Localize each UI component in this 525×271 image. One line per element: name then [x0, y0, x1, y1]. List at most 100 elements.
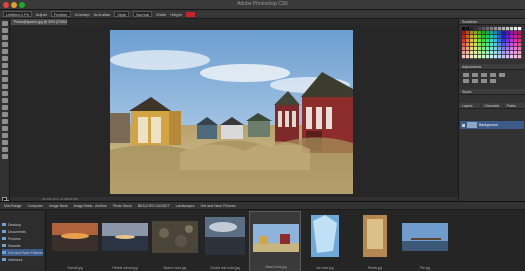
path-crumb[interactable]: Image Bank — [49, 204, 68, 208]
swatch-chip[interactable] — [514, 43, 518, 47]
swatch-chip[interactable] — [510, 39, 514, 43]
folder-item[interactable]: Pictures — [2, 235, 43, 242]
history-brush-tool-icon[interactable] — [2, 84, 8, 89]
adjustment-icons[interactable] — [459, 70, 525, 84]
thumbnail[interactable]: Reeds.jpg — [349, 211, 401, 271]
thumbnail-selected[interactable]: Beach huts.jpg — [249, 211, 301, 271]
layer-name[interactable]: Background — [479, 123, 498, 127]
swatch-chip[interactable] — [474, 39, 478, 43]
swatch-chip[interactable] — [506, 51, 510, 55]
swatch-chip[interactable] — [482, 55, 486, 59]
swatch-chip[interactable] — [486, 27, 490, 31]
folder-item[interactable]: Seaside — [2, 242, 43, 249]
swatch-chip[interactable] — [478, 27, 482, 31]
blur-tool-icon[interactable] — [2, 105, 8, 110]
swatch-chip[interactable] — [470, 51, 474, 55]
swatch-chip[interactable] — [474, 31, 478, 35]
options-item[interactable]: Height — [170, 12, 182, 17]
swatch-chip[interactable] — [510, 31, 514, 35]
swatch-chip[interactable] — [478, 55, 482, 59]
swatch-chip[interactable] — [494, 43, 498, 47]
color-indicator[interactable] — [185, 11, 195, 17]
clone-stamp-tool-icon[interactable] — [2, 77, 8, 82]
swatch-chip[interactable] — [466, 31, 470, 35]
swatch-chip[interactable] — [514, 35, 518, 39]
swatch-chip[interactable] — [486, 39, 490, 43]
options-item[interactable]: Adjust — [36, 12, 47, 17]
shape-tool-icon[interactable] — [2, 140, 8, 145]
swatch-chip[interactable] — [494, 55, 498, 59]
gradient-tool-icon[interactable] — [2, 98, 8, 103]
swatch-chip[interactable] — [518, 35, 522, 39]
swatch-chip[interactable] — [498, 39, 502, 43]
swatch-chip[interactable] — [462, 47, 466, 51]
swatch-chip[interactable] — [466, 39, 470, 43]
swatch-chip[interactable] — [478, 35, 482, 39]
swatch-chip[interactable] — [494, 35, 498, 39]
swatch-chip[interactable] — [466, 47, 470, 51]
swatch-chip[interactable] — [470, 35, 474, 39]
panel-tab-channels[interactable]: Channels — [481, 103, 503, 109]
swatch-chip[interactable] — [506, 39, 510, 43]
swatch-chip[interactable] — [494, 27, 498, 31]
options-item[interactable]: Normal — [133, 11, 152, 17]
swatch-chip[interactable] — [474, 27, 478, 31]
swatch-chip[interactable] — [502, 43, 506, 47]
path-crumb[interactable]: Computer — [28, 204, 43, 208]
swatch-chip[interactable] — [466, 35, 470, 39]
swatch-chip[interactable] — [518, 43, 522, 47]
path-crumb[interactable]: Image Bank - Archive — [74, 204, 107, 208]
eye-icon[interactable] — [462, 123, 465, 127]
swatch-chip[interactable] — [506, 55, 510, 59]
swatch-chip[interactable] — [490, 43, 494, 47]
swatch-chip[interactable] — [466, 51, 470, 55]
swatch-chip[interactable] — [510, 55, 514, 59]
swatch-chip[interactable] — [510, 43, 514, 47]
swatch-chip[interactable] — [478, 43, 482, 47]
swatch-chip[interactable] — [502, 27, 506, 31]
swatch-chip[interactable] — [462, 35, 466, 39]
swatch-chip[interactable] — [498, 35, 502, 39]
swatch-chip[interactable] — [462, 39, 466, 43]
options-item[interactable]: Unsharp — [75, 12, 90, 17]
swatch-chip[interactable] — [506, 43, 510, 47]
swatch-chip[interactable] — [466, 27, 470, 31]
swatch-chip[interactable] — [514, 55, 518, 59]
panel-tab-paths[interactable]: Paths — [503, 103, 525, 109]
swatch-chip[interactable] — [462, 31, 466, 35]
zoom-tool-icon[interactable] — [2, 154, 8, 159]
canvas-area[interactable] — [10, 25, 458, 197]
thumbnail[interactable]: Sunset.jpg — [49, 211, 101, 271]
folder-item[interactable]: Harbours — [2, 256, 43, 263]
swatch-chip[interactable] — [466, 55, 470, 59]
swatch-chip[interactable] — [482, 31, 486, 35]
swatch-chip[interactable] — [470, 43, 474, 47]
swatch-chip[interactable] — [510, 47, 514, 51]
swatch-chip[interactable] — [490, 55, 494, 59]
crop-tool-icon[interactable] — [2, 49, 8, 54]
swatch-chip[interactable] — [474, 47, 478, 51]
swatch-chip[interactable] — [470, 55, 474, 59]
swatch-chip[interactable] — [498, 43, 502, 47]
swatch-chip[interactable] — [490, 51, 494, 55]
swatch-chip[interactable] — [502, 31, 506, 35]
swatch-chip[interactable] — [502, 35, 506, 39]
folder-item[interactable]: Desktop — [2, 221, 43, 228]
swatch-chip[interactable] — [490, 27, 494, 31]
swatch-chip[interactable] — [470, 31, 474, 35]
swatch-chip[interactable] — [486, 51, 490, 55]
thumbnail[interactable]: Ice cave.jpg — [299, 211, 351, 271]
swatch-chip[interactable] — [490, 39, 494, 43]
marquee-tool-icon[interactable] — [2, 28, 8, 33]
bridge-header[interactable]: Mini Bridge — [4, 204, 22, 208]
hand-tool-icon[interactable] — [2, 147, 8, 152]
thumbnail[interactable]: Pebble sunset.jpg — [99, 211, 151, 271]
path-crumb[interactable]: Landscapes — [176, 204, 195, 208]
swatch-chip[interactable] — [502, 39, 506, 43]
swatch-chip[interactable] — [498, 27, 502, 31]
swatches-grid[interactable] — [459, 25, 525, 59]
swatch-chip[interactable] — [502, 55, 506, 59]
folder-item-selected[interactable]: Get and Have Fixtures — [2, 249, 43, 256]
swatch-chip[interactable] — [478, 39, 482, 43]
dodge-tool-icon[interactable] — [2, 112, 8, 117]
